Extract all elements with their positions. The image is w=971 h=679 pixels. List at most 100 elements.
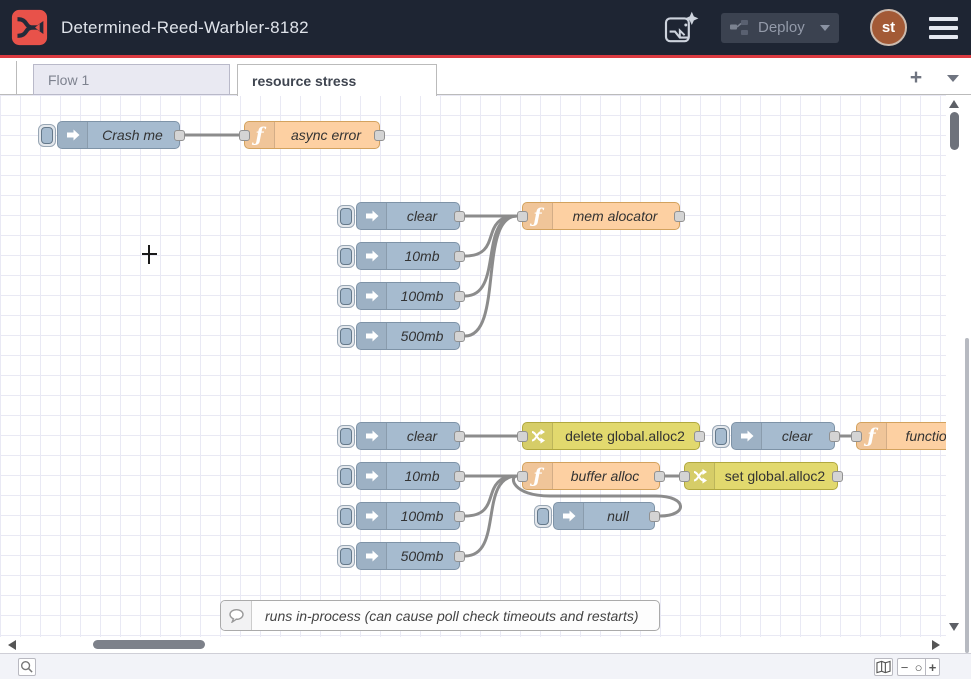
output-port[interactable] xyxy=(454,211,465,222)
input-port[interactable] xyxy=(851,431,862,442)
output-port[interactable] xyxy=(829,431,840,442)
navigator-map-icon xyxy=(876,660,891,674)
input-port[interactable] xyxy=(239,130,250,141)
search-button[interactable] xyxy=(18,658,36,676)
output-port[interactable] xyxy=(454,511,465,522)
node-clear-a[interactable]: clear xyxy=(356,202,460,230)
zoom-reset-button[interactable]: ○ xyxy=(911,658,926,676)
inject-button[interactable] xyxy=(337,285,355,308)
output-port[interactable] xyxy=(454,331,465,342)
main-menu-button[interactable] xyxy=(929,17,958,39)
inject-button[interactable] xyxy=(337,325,355,348)
node-100mb-b[interactable]: 100mb xyxy=(356,502,460,530)
inject-button[interactable] xyxy=(337,465,355,488)
zoom-out-button[interactable]: − xyxy=(897,658,912,676)
navigator-button[interactable] xyxy=(874,658,893,676)
inject-button[interactable] xyxy=(337,245,355,268)
node-clear-b[interactable]: clear xyxy=(356,422,460,450)
crosshair-cursor xyxy=(148,245,150,264)
scroll-up-arrow-icon[interactable] xyxy=(949,100,959,108)
flow-canvas[interactable]: Crash me ƒasync error clear 10mb 100mb 500mb ƒ… xyxy=(0,95,946,637)
output-port[interactable] xyxy=(454,431,465,442)
tab-resource-stress[interactable]: resource stress xyxy=(237,64,437,96)
node-100mb-a[interactable]: 100mb xyxy=(356,282,460,310)
zoom-in-icon: + xyxy=(929,660,937,675)
inject-button[interactable] xyxy=(534,505,552,528)
node-clear-c[interactable]: clear xyxy=(731,422,835,450)
inject-arrow-icon xyxy=(364,208,380,224)
inject-icon-area xyxy=(357,423,387,449)
vertical-scrollbar-thumb[interactable] xyxy=(950,112,959,150)
tab-list-caret-icon[interactable] xyxy=(947,75,959,82)
node-label: function xyxy=(888,423,946,449)
inject-button[interactable] xyxy=(337,545,355,568)
node-crash-me[interactable]: Crash me xyxy=(57,121,180,149)
horizontal-scrollbar-thumb[interactable] xyxy=(93,640,205,649)
zoom-in-button[interactable]: + xyxy=(925,658,940,676)
zoom-out-icon: − xyxy=(901,660,909,675)
inject-button[interactable] xyxy=(337,205,355,228)
function-f-icon: ƒ xyxy=(255,126,263,145)
tab-flow-1[interactable]: Flow 1 xyxy=(33,64,230,95)
node-async-error[interactable]: ƒasync error xyxy=(244,121,380,149)
output-port[interactable] xyxy=(454,471,465,482)
inject-button[interactable] xyxy=(337,505,355,528)
output-port[interactable] xyxy=(454,551,465,562)
node-null-inject[interactable]: null xyxy=(553,502,655,530)
outer-scrollbar-thumb[interactable] xyxy=(965,338,969,653)
scroll-right-arrow-icon[interactable] xyxy=(932,640,940,650)
node-label: Crash me xyxy=(89,122,176,148)
node-function-x[interactable]: ƒfunction xyxy=(856,422,946,450)
output-port[interactable] xyxy=(649,511,660,522)
inject-button-inner xyxy=(340,208,352,225)
function-f-icon: ƒ xyxy=(533,207,541,226)
input-port[interactable] xyxy=(517,471,528,482)
inject-arrow-icon xyxy=(364,248,380,264)
horizontal-scrollbar[interactable] xyxy=(0,637,946,653)
scroll-left-arrow-icon[interactable] xyxy=(8,640,16,650)
output-port[interactable] xyxy=(654,471,665,482)
node-set-global[interactable]: set global.alloc2 xyxy=(684,462,838,490)
node-500mb-a[interactable]: 500mb xyxy=(356,322,460,350)
ai-flow-icon[interactable] xyxy=(663,11,699,45)
search-icon xyxy=(20,660,34,674)
inject-button-inner xyxy=(537,508,549,525)
inject-arrow-icon xyxy=(364,428,380,444)
node-10mb-a[interactable]: 10mb xyxy=(356,242,460,270)
input-port[interactable] xyxy=(517,431,528,442)
node-comment-1[interactable]: runs in-process (can cause poll check ti… xyxy=(220,600,660,631)
node-mem-alocator[interactable]: ƒmem alocator xyxy=(522,202,680,230)
inject-icon-area xyxy=(357,243,387,269)
output-port[interactable] xyxy=(454,251,465,262)
outer-scrollbar[interactable] xyxy=(962,95,971,653)
node-label: 100mb xyxy=(388,283,456,309)
inject-button-inner xyxy=(715,428,727,445)
user-avatar[interactable]: st xyxy=(870,9,907,46)
scroll-down-arrow-icon[interactable] xyxy=(949,623,959,631)
inject-arrow-icon xyxy=(364,328,380,344)
input-port[interactable] xyxy=(517,211,528,222)
output-port[interactable] xyxy=(174,130,185,141)
node-10mb-b[interactable]: 10mb xyxy=(356,462,460,490)
output-port[interactable] xyxy=(832,471,843,482)
input-port[interactable] xyxy=(679,471,690,482)
inject-arrow-icon xyxy=(561,508,577,524)
inject-arrow-icon xyxy=(364,508,380,524)
node-500mb-b[interactable]: 500mb xyxy=(356,542,460,570)
inject-button-inner xyxy=(340,428,352,445)
node-buffer-alloc[interactable]: ƒbuffer alloc xyxy=(522,462,660,490)
inject-icon-area xyxy=(357,203,387,229)
output-port[interactable] xyxy=(374,130,385,141)
inject-button[interactable] xyxy=(712,425,730,448)
node-label: 500mb xyxy=(388,323,456,349)
vertical-scrollbar[interactable] xyxy=(946,95,962,653)
inject-button[interactable] xyxy=(38,124,56,147)
output-port[interactable] xyxy=(694,431,705,442)
add-flow-button[interactable]: + xyxy=(903,65,929,91)
output-port[interactable] xyxy=(674,211,685,222)
deploy-dropdown-caret-icon[interactable] xyxy=(820,25,830,31)
inject-button[interactable] xyxy=(337,425,355,448)
output-port[interactable] xyxy=(454,291,465,302)
node-delete-global[interactable]: delete global.alloc2 xyxy=(522,422,700,450)
deploy-button[interactable]: Deploy xyxy=(721,13,839,43)
